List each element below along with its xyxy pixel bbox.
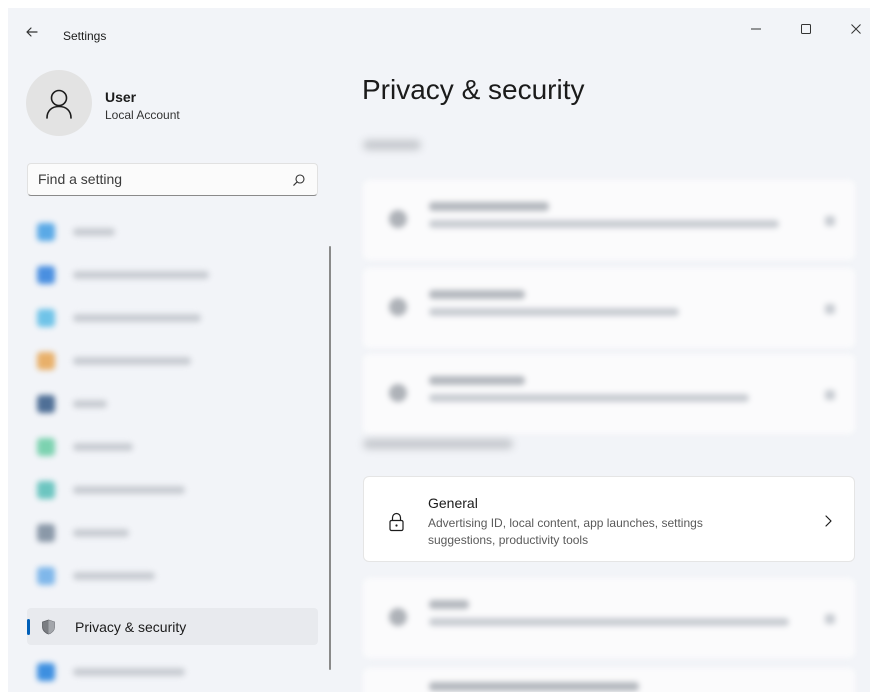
blurred-icon bbox=[37, 223, 55, 241]
user-name: User bbox=[105, 89, 137, 105]
blurred-setting-card[interactable] bbox=[363, 180, 855, 260]
blurred-icon bbox=[37, 481, 55, 499]
blurred-setting-card[interactable] bbox=[363, 268, 855, 348]
account-type: Local Account bbox=[105, 108, 180, 122]
blurred-icon bbox=[37, 438, 55, 456]
blurred-label bbox=[73, 668, 185, 676]
card-description: Advertising ID, local content, app launc… bbox=[428, 516, 703, 547]
blurred-label bbox=[73, 529, 129, 537]
sidebar-item-blurred[interactable] bbox=[27, 256, 318, 293]
blurred-label bbox=[73, 400, 107, 408]
blurred-label bbox=[73, 443, 133, 451]
blurred-section-heading bbox=[363, 140, 421, 150]
title-bar: Settings bbox=[8, 8, 870, 48]
sidebar-item-blurred[interactable] bbox=[27, 213, 318, 250]
card-title: General bbox=[428, 495, 478, 511]
blurred-label bbox=[73, 271, 209, 279]
sidebar-item-blurred[interactable] bbox=[27, 342, 318, 379]
person-icon bbox=[46, 89, 72, 119]
active-indicator bbox=[27, 619, 30, 635]
blurred-label bbox=[73, 572, 155, 580]
sidebar-item-blurred[interactable] bbox=[27, 299, 318, 336]
lock-icon bbox=[389, 512, 404, 532]
app-title: Settings bbox=[63, 29, 107, 43]
avatar bbox=[26, 70, 92, 136]
sidebar-item-blurred[interactable] bbox=[27, 557, 318, 594]
blurred-icon bbox=[37, 266, 55, 284]
blurred-setting-card[interactable] bbox=[363, 354, 855, 434]
sidebar-item-blurred[interactable] bbox=[27, 385, 318, 422]
blurred-setting-card[interactable] bbox=[363, 578, 855, 658]
sidebar-item-blurred[interactable] bbox=[27, 653, 318, 690]
search-box[interactable] bbox=[27, 163, 318, 196]
sidebar-item-blurred[interactable] bbox=[27, 514, 318, 551]
search-icon bbox=[293, 174, 305, 186]
maximize-icon bbox=[801, 24, 811, 34]
blurred-icon bbox=[37, 309, 55, 327]
close-icon bbox=[851, 24, 861, 34]
back-arrow-icon bbox=[26, 27, 38, 37]
blurred-label bbox=[73, 228, 115, 236]
close-button[interactable] bbox=[842, 18, 870, 40]
chevron-right-icon bbox=[825, 515, 832, 527]
settings-window: Settings User Local Account Find a setti… bbox=[8, 8, 870, 692]
sidebar-item-label: Privacy & security bbox=[75, 619, 187, 635]
shield-icon bbox=[42, 619, 55, 635]
blurred-icon bbox=[37, 567, 55, 585]
blurred-icon bbox=[37, 395, 55, 413]
page-title: Privacy & security bbox=[362, 74, 585, 105]
back-button[interactable] bbox=[22, 22, 42, 42]
maximize-button[interactable] bbox=[792, 18, 820, 40]
blurred-icon bbox=[37, 524, 55, 542]
blurred-setting-card[interactable] bbox=[363, 668, 855, 692]
blurred-label bbox=[73, 486, 185, 494]
sidebar-scrollbar[interactable] bbox=[329, 246, 331, 670]
sidebar-item-privacy-security[interactable]: Privacy & security bbox=[27, 608, 318, 645]
minimize-icon bbox=[751, 28, 761, 30]
sidebar-item-blurred[interactable] bbox=[27, 471, 318, 508]
minimize-button[interactable] bbox=[742, 18, 770, 40]
blurred-label bbox=[73, 314, 201, 322]
blurred-label bbox=[73, 357, 191, 365]
blurred-section-heading bbox=[363, 439, 513, 449]
sidebar-item-blurred[interactable] bbox=[27, 428, 318, 465]
blurred-icon bbox=[37, 663, 55, 681]
setting-card-general[interactable]: General Advertising ID, local content, a… bbox=[363, 476, 855, 562]
search-input[interactable] bbox=[38, 171, 278, 187]
blurred-icon bbox=[37, 352, 55, 370]
